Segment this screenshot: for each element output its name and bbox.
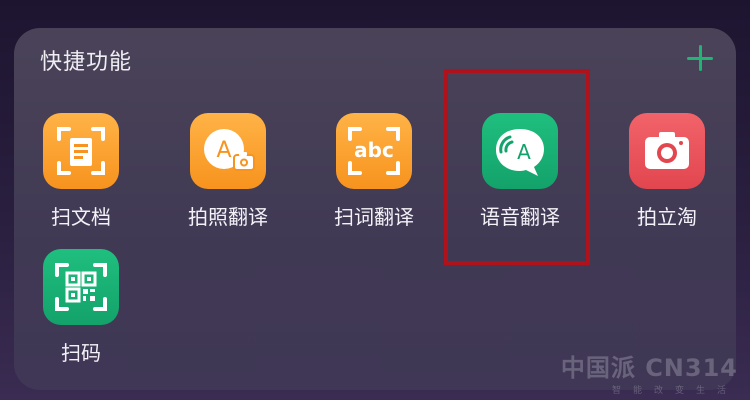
camera-translate-icon: A xyxy=(190,113,266,189)
plus-icon[interactable] xyxy=(686,44,714,72)
highlight-annotation-box xyxy=(444,69,590,265)
app-scan-document[interactable]: 扫文档 xyxy=(21,113,141,230)
app-label: 扫词翻译 xyxy=(334,205,414,229)
app-label: 扫码 xyxy=(61,341,101,365)
watermark-logo-text: 中国派 CN314 xyxy=(560,354,738,382)
app-word-scan-translate[interactable]: abc 扫词翻译 xyxy=(314,113,434,230)
qr-scan-icon xyxy=(43,249,119,325)
watermark-slogan: 智能改变生活 xyxy=(611,386,738,396)
watermark: 中国派 CN314 智能改变生活 xyxy=(561,348,738,396)
abc-scan-icon: abc xyxy=(336,113,412,189)
panel-title: 快捷功能 xyxy=(40,50,133,75)
svg-text:abc: abc xyxy=(354,138,394,162)
camera-icon xyxy=(629,113,705,189)
app-photo-translate[interactable]: A 拍照翻译 xyxy=(168,113,288,230)
app-snap-shop[interactable]: 拍立淘 xyxy=(607,113,727,230)
app-scan-code[interactable]: 扫码 xyxy=(21,249,141,366)
app-label: 扫文档 xyxy=(51,205,111,229)
svg-text:A: A xyxy=(216,138,231,163)
app-label: 拍照翻译 xyxy=(188,205,268,229)
app-label: 拍立淘 xyxy=(637,205,697,229)
scan-document-icon xyxy=(43,113,119,189)
